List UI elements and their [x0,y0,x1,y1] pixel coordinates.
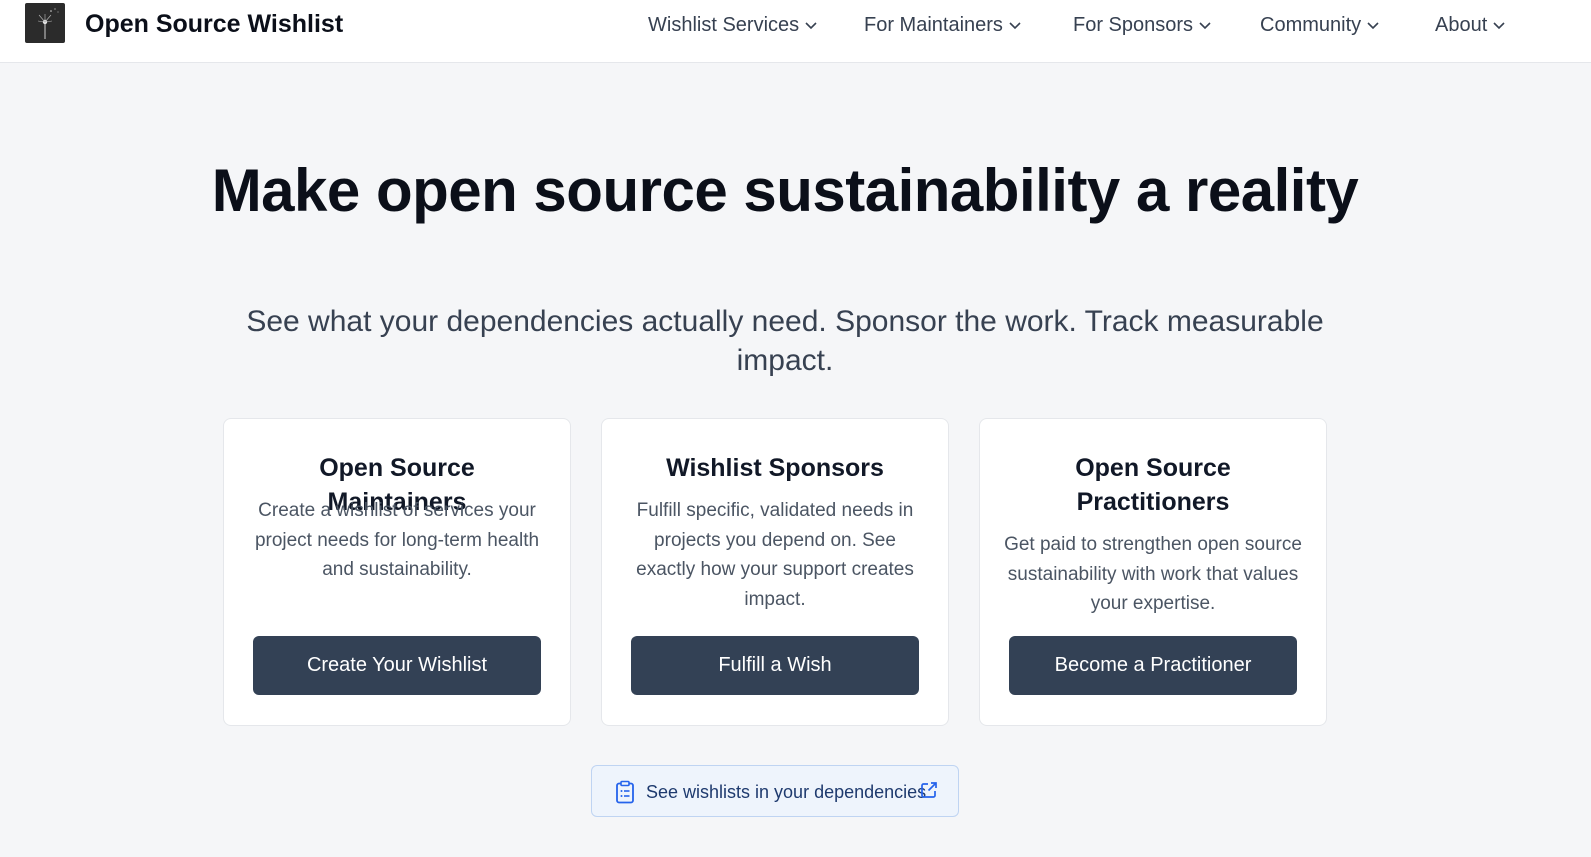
card-practitioners: Open Source Practitioners Get paid to st… [979,418,1327,726]
see-dependencies-link[interactable]: See wishlists in your dependencies [591,765,959,817]
card-description: Fulfill specific, validated needs in pro… [636,500,914,610]
card-description: Get paid to strengthen open source susta… [1004,534,1302,614]
card-sponsors: Wishlist Sponsors Fulfill specific, vali… [601,418,949,726]
hero-subtitle: See what your dependencies actually need… [246,305,1324,377]
nav-label: For Sponsors [1073,14,1194,36]
card-title: Wishlist Sponsors [666,454,884,482]
brand-name[interactable]: Open Source Wishlist [85,9,343,39]
nav-label: Community [1260,14,1362,36]
chevron-down-icon [805,10,817,38]
chevron-down-icon [1367,10,1379,38]
link-label: See wishlists in your dependencies [646,782,927,802]
create-wishlist-button[interactable]: Create Your Wishlist [253,636,541,695]
top-navbar: Open Source Wishlist Wishlist Services F… [0,0,1591,63]
card-maintainers: Open Source Maintainers Create a wishlis… [223,418,571,726]
nav-label: About [1435,14,1488,36]
chevron-down-icon [1493,10,1505,38]
card-description: Create a wishlist of services your proje… [254,500,540,580]
nav-about[interactable]: About [1435,11,1505,39]
nav-label: For Maintainers [864,14,1003,36]
hero-title: Make open source sustainability a realit… [211,157,1359,224]
external-link-icon [920,781,938,804]
nav-for-maintainers[interactable]: For Maintainers [864,11,1021,39]
nav-for-sponsors[interactable]: For Sponsors [1073,11,1211,39]
nav-wishlist-services[interactable]: Wishlist Services [648,11,817,39]
card-title: Open Source Practitioners [1075,454,1231,516]
dandelion-icon[interactable] [25,3,65,43]
become-practitioner-button[interactable]: Become a Practitioner [1009,636,1297,695]
chevron-down-icon [1199,10,1211,38]
clipboard-list-icon [615,780,635,809]
chevron-down-icon [1009,10,1021,38]
nav-community[interactable]: Community [1260,11,1379,39]
nav-label: Wishlist Services [648,14,800,36]
fulfill-wish-button[interactable]: Fulfill a Wish [631,636,919,695]
